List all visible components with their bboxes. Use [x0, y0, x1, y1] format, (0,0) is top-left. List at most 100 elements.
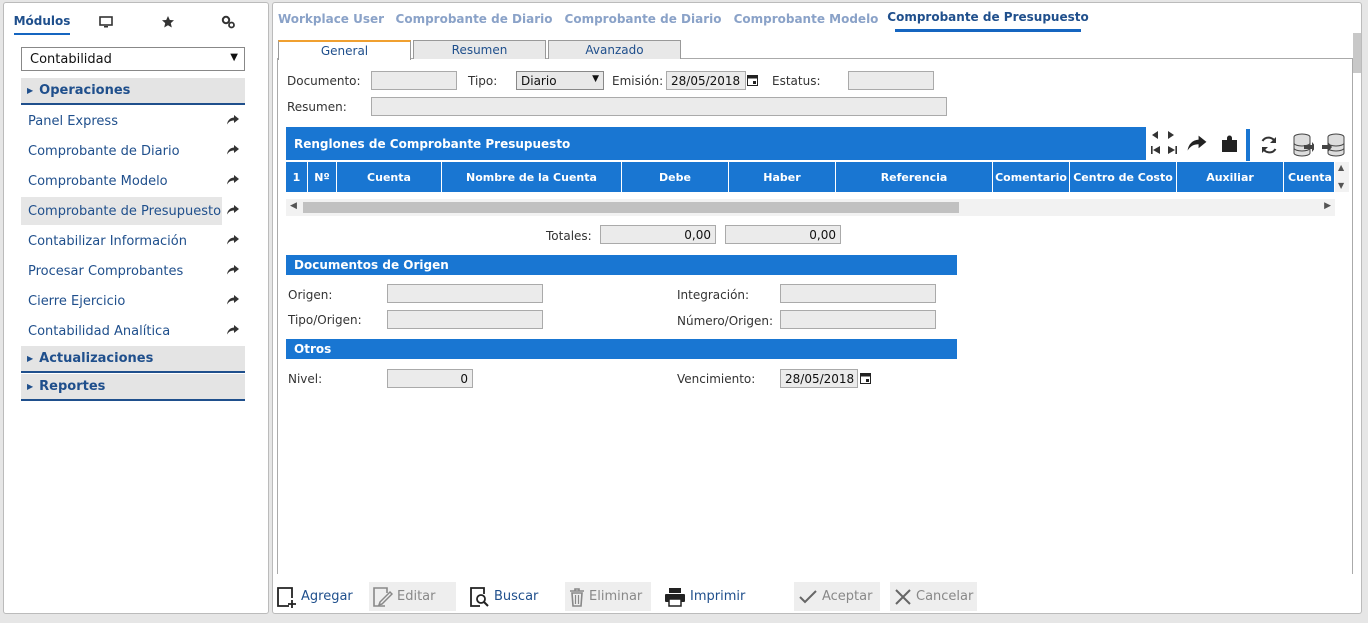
scroll-down-icon[interactable]: ▼	[1338, 181, 1344, 190]
numero-origen-input[interactable]	[780, 310, 936, 329]
column-header[interactable]: Comentario	[993, 162, 1070, 192]
group-actualizaciones[interactable]: ▶ Actualizaciones	[21, 346, 245, 373]
database-import-icon[interactable]	[1322, 132, 1346, 158]
module-select[interactable]: Contabilidad ▼	[21, 47, 245, 71]
grid-horizontal-scrollbar[interactable]: ◀ ▶	[286, 199, 1335, 216]
tab-comprobante-presupuesto[interactable]: Comprobante de Presupuesto	[887, 5, 1089, 32]
calendar-icon[interactable]	[860, 372, 871, 384]
tab-workplace-user[interactable]: Workplace User	[278, 5, 384, 32]
scroll-up-icon[interactable]: ▲	[1338, 163, 1344, 172]
sidebar-item-procesar[interactable]: Procesar Comprobantes	[21, 257, 245, 285]
share-arrow-icon[interactable]	[226, 114, 240, 126]
column-header[interactable]: Auxiliar	[1177, 162, 1284, 192]
close-icon	[894, 588, 912, 606]
scrollbar-thumb[interactable]	[303, 202, 959, 213]
column-header[interactable]: Nombre de la Cuenta	[442, 162, 622, 192]
section-otros: Otros	[286, 339, 957, 359]
tab-monitor[interactable]	[92, 9, 120, 35]
printer-icon	[664, 587, 686, 607]
agregar-label: Agregar	[301, 589, 353, 604]
editar-button[interactable]: Editar	[369, 582, 456, 611]
total-debe: 0,00	[600, 225, 716, 244]
tab-resumen[interactable]: Resumen	[413, 40, 546, 59]
share-arrow-icon[interactable]	[226, 174, 240, 186]
sidebar-item-analitica[interactable]: Contabilidad Analítica	[21, 317, 245, 345]
tab-modulos-label: Módulos	[13, 14, 71, 28]
sidebar-item-comprobante-modelo[interactable]: Comprobante Modelo	[21, 167, 245, 195]
aceptar-button[interactable]: Aceptar	[794, 582, 880, 611]
database-export-icon[interactable]	[1292, 132, 1314, 158]
documento-input[interactable]	[371, 71, 457, 90]
numero-origen-label: Número/Origen:	[677, 314, 774, 328]
sidebar-item-label: Comprobante Modelo	[28, 173, 168, 189]
cancelar-button[interactable]: Cancelar	[890, 582, 977, 611]
column-header[interactable]: Cuenta de	[1284, 162, 1335, 192]
estatus-input[interactable]	[848, 71, 934, 90]
vertical-scrollbar[interactable]	[1353, 33, 1361, 73]
tab-general[interactable]: General	[278, 40, 411, 60]
cancelar-label: Cancelar	[916, 589, 974, 604]
sidebar: Módulos Contabilidad ▼ ▶ Operaciones Pane…	[3, 2, 269, 614]
tab-comprobante-diario-1[interactable]: Comprobante de Diario	[396, 5, 553, 32]
column-header[interactable]: 1	[286, 162, 308, 192]
column-header[interactable]: Haber	[729, 162, 836, 192]
share-arrow-icon[interactable]	[226, 294, 240, 306]
tab-comprobante-diario-2[interactable]: Comprobante de Diario	[565, 5, 722, 32]
tab-comprobante-modelo[interactable]: Comprobante Modelo	[734, 5, 879, 32]
resumen-input[interactable]	[371, 97, 947, 116]
refresh-icon[interactable]	[1258, 134, 1280, 156]
scroll-left-icon[interactable]: ◀	[290, 201, 297, 211]
tipo-select[interactable]: Diario ▼	[516, 71, 604, 90]
caret-right-icon: ▶	[27, 86, 34, 95]
module-select-value: Contabilidad	[30, 51, 112, 67]
share-arrow-icon[interactable]	[226, 144, 240, 156]
share-arrow-icon[interactable]	[226, 204, 240, 216]
agregar-button[interactable]: Agregar	[277, 582, 357, 611]
toolbar-divider	[1246, 129, 1250, 161]
tab-settings[interactable]	[214, 9, 242, 35]
tab-modulos[interactable]: Módulos	[14, 9, 70, 35]
sidebar-item-panel-express[interactable]: Panel Express	[21, 107, 245, 135]
sidebar-item-comprobante-presupuesto[interactable]: Comprobante de Presupuesto	[21, 197, 239, 225]
group-reportes[interactable]: ▶ Reportes	[21, 374, 245, 401]
tipo-origen-label: Tipo/Origen:	[288, 313, 362, 327]
sidebar-item-label: Cierre Ejercicio	[28, 293, 126, 309]
tab-label: Comprobante de Presupuesto	[887, 10, 1089, 24]
group-operaciones[interactable]: ▶ Operaciones	[21, 78, 245, 105]
puzzle-icon[interactable]	[1220, 133, 1240, 153]
tab-favorites[interactable]	[154, 9, 182, 35]
trash-icon	[569, 587, 585, 607]
share-arrow-icon[interactable]	[226, 324, 240, 336]
tipo-origen-input[interactable]	[387, 310, 543, 329]
column-header[interactable]: Debe	[622, 162, 729, 192]
origen-input[interactable]	[387, 284, 543, 303]
imprimir-button[interactable]: Imprimir	[664, 582, 754, 611]
integracion-input[interactable]	[780, 284, 936, 303]
column-header[interactable]: Referencia	[836, 162, 993, 192]
grid-vertical-scrollbar[interactable]: ▲ ▼	[1335, 162, 1349, 192]
sidebar-item-contabilizar[interactable]: Contabilizar Información	[21, 227, 245, 255]
main-panel: Workplace User Comprobante de Diario Com…	[272, 2, 1362, 614]
column-header[interactable]: Nº	[308, 162, 337, 192]
scroll-right-icon[interactable]: ▶	[1324, 201, 1331, 211]
sidebar-item-comprobante-diario[interactable]: Comprobante de Diario	[21, 137, 245, 165]
column-header[interactable]: Cuenta	[337, 162, 442, 192]
eliminar-label: Eliminar	[589, 589, 643, 604]
sidebar-item-label: Comprobante de Presupuesto	[28, 203, 222, 219]
column-header[interactable]: Centro de Costo	[1070, 162, 1177, 192]
eliminar-button[interactable]: Eliminar	[565, 582, 651, 611]
sidebar-item-label: Comprobante de Diario	[28, 143, 180, 159]
share-arrow-icon[interactable]	[1186, 134, 1208, 153]
nivel-input[interactable]: 0	[387, 369, 473, 388]
emision-date-input[interactable]: 28/05/2018	[666, 71, 746, 90]
calendar-icon[interactable]	[747, 74, 758, 86]
grid-title: Renglones de Comprobante Presupuesto	[294, 136, 571, 151]
star-icon	[162, 16, 174, 28]
record-navigation-icon[interactable]	[1149, 129, 1179, 159]
tab-avanzado[interactable]: Avanzado	[548, 40, 681, 59]
vencimiento-date-input[interactable]: 28/05/2018	[780, 369, 858, 388]
sidebar-item-cierre[interactable]: Cierre Ejercicio	[21, 287, 245, 315]
share-arrow-icon[interactable]	[226, 264, 240, 276]
buscar-button[interactable]: Buscar	[470, 582, 550, 611]
share-arrow-icon[interactable]	[226, 234, 240, 246]
